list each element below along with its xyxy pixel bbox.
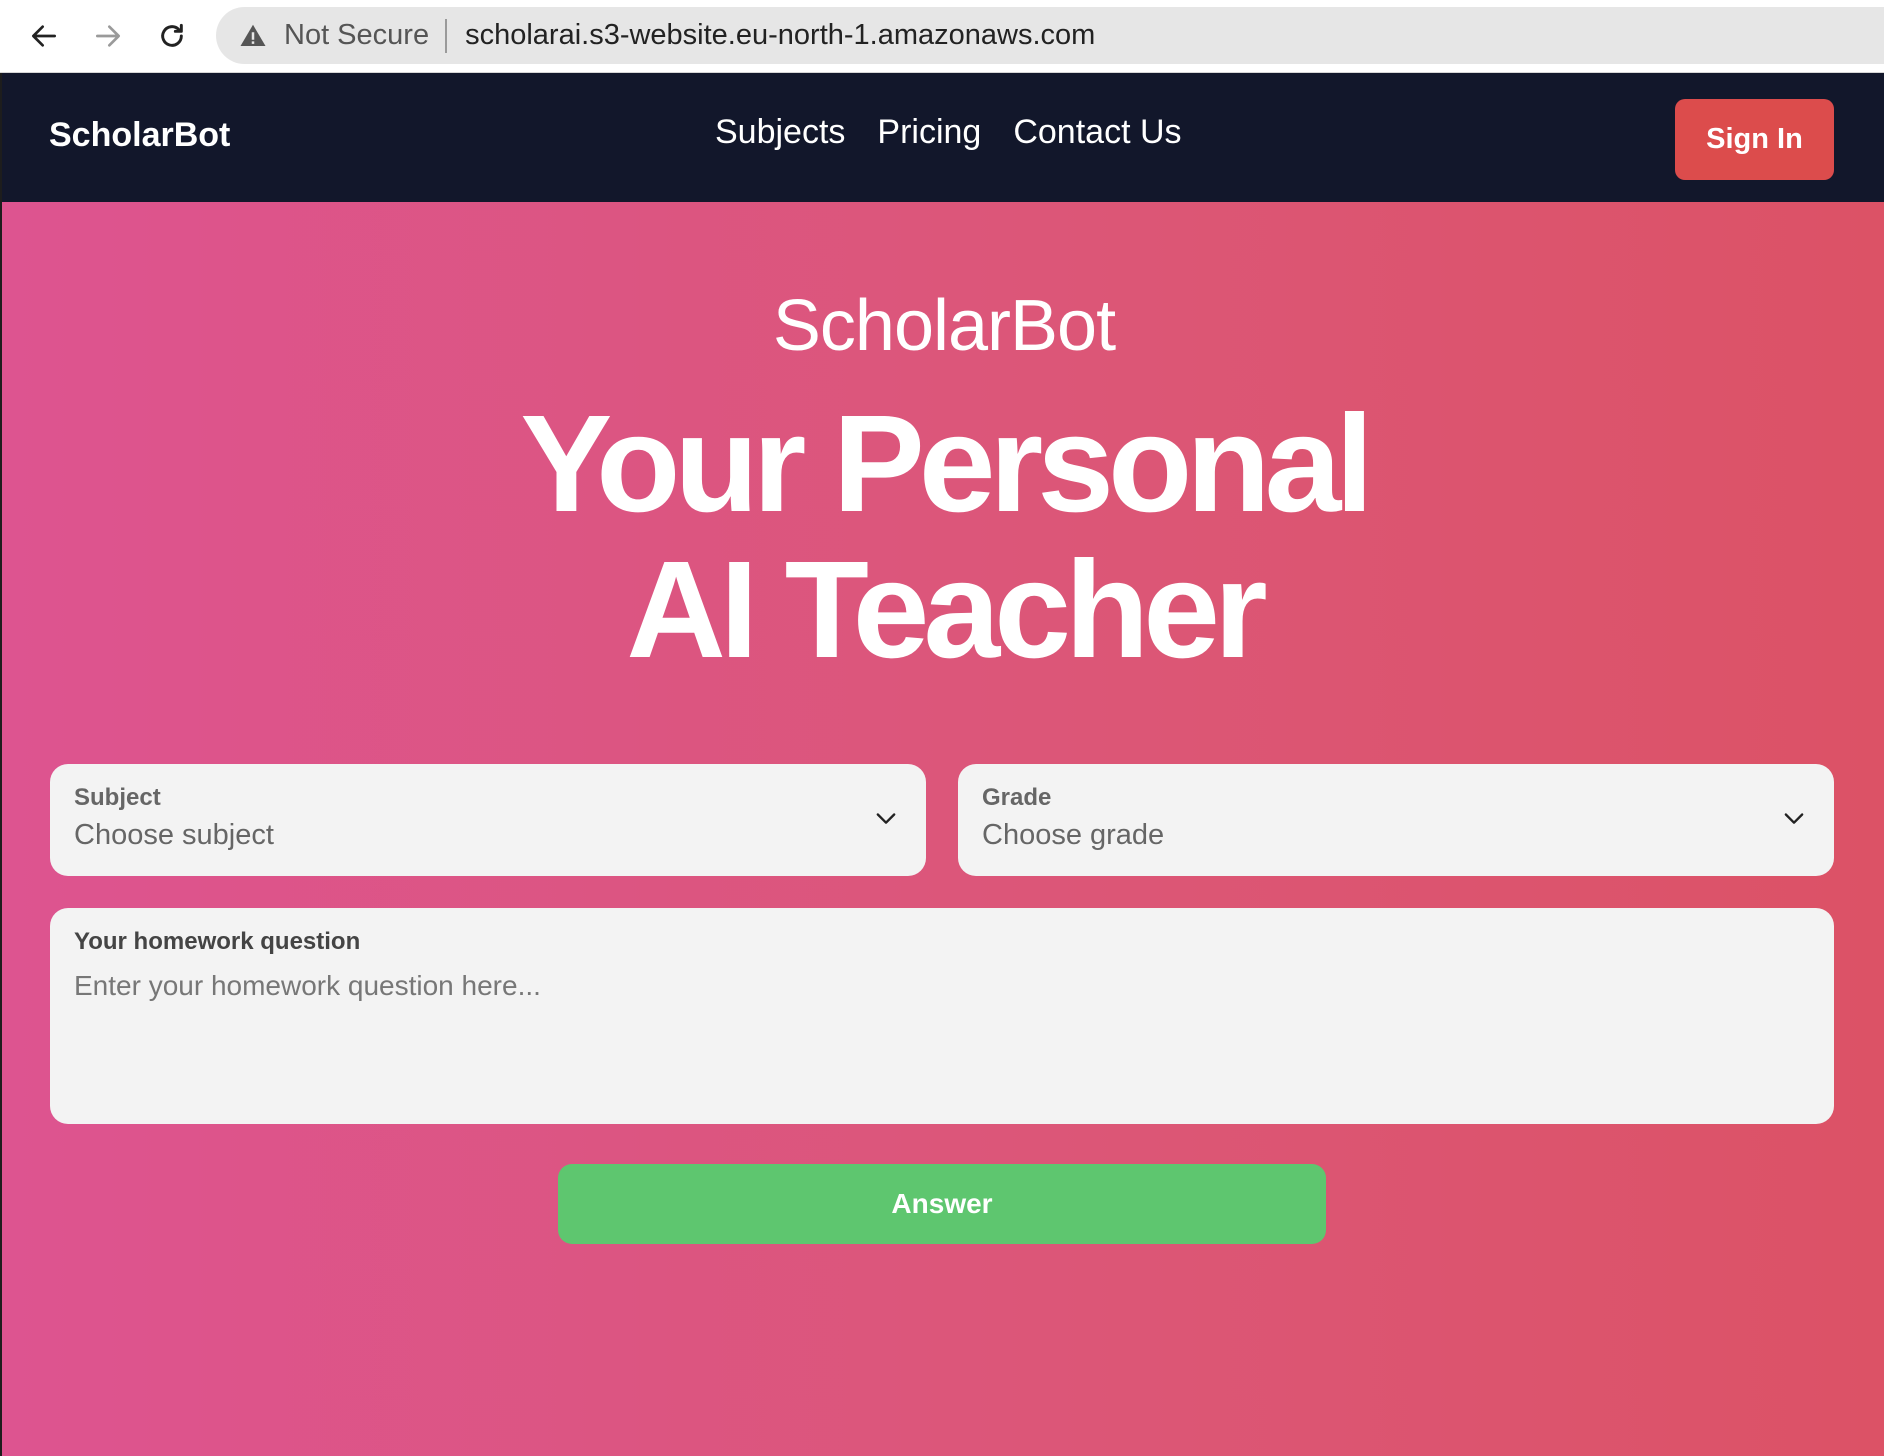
grade-value: Choose grade xyxy=(982,819,1165,851)
address-divider xyxy=(445,18,448,53)
nav-link-pricing[interactable]: Pricing xyxy=(877,113,981,161)
back-button[interactable] xyxy=(22,14,66,58)
reload-button[interactable] xyxy=(150,14,194,58)
grade-label: Grade xyxy=(982,784,1052,811)
top-navbar: ScholarBot Subjects Pricing Contact Us S… xyxy=(2,73,1884,202)
security-status[interactable]: Not Secure xyxy=(284,19,429,52)
homework-question-field: Your homework question xyxy=(50,908,1834,1124)
nav-links: Subjects Pricing Contact Us xyxy=(715,113,1182,161)
homework-question-label: Your homework question xyxy=(74,928,361,955)
hero-title-line-2: AI Teacher xyxy=(626,533,1267,687)
homework-question-input[interactable] xyxy=(74,970,1810,1100)
chevron-down-icon xyxy=(872,804,900,832)
forward-button[interactable] xyxy=(86,14,130,58)
subject-select[interactable]: Subject Choose subject xyxy=(50,764,926,876)
address-bar[interactable]: Not Secure scholarai.s3-website.eu-north… xyxy=(216,7,1884,64)
chevron-down-icon xyxy=(1780,804,1808,832)
warning-triangle-icon xyxy=(238,21,268,51)
hero-subtitle: ScholarBot xyxy=(772,286,1116,366)
sign-in-button[interactable]: Sign In xyxy=(1675,99,1834,180)
nav-link-subjects[interactable]: Subjects xyxy=(715,113,845,161)
arrow-right-icon xyxy=(96,25,120,47)
nav-link-contact[interactable]: Contact Us xyxy=(1013,113,1181,161)
page-viewport: ScholarBot Subjects Pricing Contact Us S… xyxy=(0,73,1884,1456)
hero-title-line-1: Your Personal xyxy=(520,387,1373,541)
subject-value: Choose subject xyxy=(74,819,274,851)
brand-logo[interactable]: ScholarBot xyxy=(49,116,230,155)
url-text[interactable]: scholarai.s3-website.eu-north-1.amazonaw… xyxy=(465,19,1095,52)
arrow-left-icon xyxy=(32,25,56,47)
browser-toolbar: Not Secure scholarai.s3-website.eu-north… xyxy=(0,0,1884,73)
subject-label: Subject xyxy=(74,784,161,811)
answer-button[interactable]: Answer xyxy=(558,1164,1326,1244)
grade-select[interactable]: Grade Choose grade xyxy=(958,764,1834,876)
reload-icon xyxy=(161,23,183,47)
hero-title: Your Personal AI Teacher xyxy=(2,391,1884,683)
